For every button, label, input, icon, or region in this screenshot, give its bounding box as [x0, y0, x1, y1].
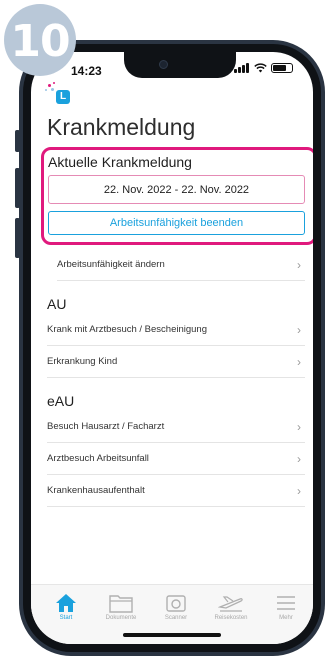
tab-scanner[interactable]: Scanner	[151, 593, 201, 621]
plane-icon	[218, 596, 243, 612]
logo-letter: L	[56, 90, 70, 104]
app-logo: L	[45, 82, 71, 108]
tab-more[interactable]: Mehr	[261, 593, 311, 621]
tab-bar: Start Dokumente Scanner Reisekosten Mehr	[31, 584, 313, 644]
chevron-right-icon: ›	[297, 483, 301, 498]
chevron-right-icon: ›	[297, 257, 301, 272]
front-camera	[159, 60, 168, 69]
step-number-badge: 10	[4, 4, 76, 76]
tab-label: Mehr	[279, 615, 293, 621]
list-item-hospital-stay[interactable]: Krankenhausaufenthalt ›	[47, 475, 305, 507]
row-label: Krank mit Arztbesuch / Bescheinigung	[47, 324, 208, 335]
row-label: Besuch Hausarzt / Facharzt	[47, 421, 165, 432]
status-time: 14:23	[71, 64, 102, 78]
list-item-work-accident[interactable]: Arztbesuch Arbeitsunfall ›	[47, 443, 305, 475]
home-icon	[56, 594, 76, 612]
row-label: Arbeitsunfähigkeit ändern	[57, 259, 165, 270]
current-sick-note-title: Aktuelle Krankmeldung	[48, 154, 192, 170]
chevron-right-icon: ›	[297, 354, 301, 369]
battery-icon	[271, 63, 293, 73]
tab-label: Dokumente	[105, 615, 137, 621]
tab-start[interactable]: Start	[41, 593, 91, 621]
tab-documents[interactable]: Dokumente	[96, 593, 146, 621]
tab-label: Scanner	[164, 615, 188, 621]
phone-screen: 14:23 L Krankmeldung Aktuelle Krankmeldu…	[31, 52, 313, 644]
end-incapacity-button[interactable]: Arbeitsunfähigkeit beenden	[48, 211, 305, 235]
page-title: Krankmeldung	[47, 114, 196, 140]
tab-travel-expenses[interactable]: Reisekosten	[206, 593, 256, 621]
folder-icon	[109, 595, 133, 613]
camera-icon	[166, 595, 186, 612]
signal-icon	[234, 63, 250, 73]
step-number: 10	[10, 15, 70, 67]
notch	[124, 52, 236, 78]
row-label: Arztbesuch Arbeitsunfall	[47, 453, 149, 464]
list-item-child-illness[interactable]: Erkrankung Kind ›	[47, 346, 305, 378]
section-title-au: AU	[47, 296, 67, 312]
tab-label: Reisekosten	[214, 615, 248, 621]
row-label: Krankenhausaufenthalt	[47, 485, 145, 496]
chevron-right-icon: ›	[297, 322, 301, 337]
wifi-icon	[254, 63, 267, 73]
chevron-right-icon: ›	[297, 419, 301, 434]
row-label: Erkrankung Kind	[47, 356, 118, 367]
status-icons	[234, 63, 293, 73]
home-indicator	[123, 633, 221, 637]
change-incapacity-row[interactable]: Arbeitsunfähigkeit ändern ›	[57, 249, 305, 281]
list-item-sick-with-doctor[interactable]: Krank mit Arztbesuch / Bescheinigung ›	[47, 314, 305, 346]
chevron-right-icon: ›	[297, 451, 301, 466]
date-range-field[interactable]: 22. Nov. 2022 - 22. Nov. 2022	[48, 175, 305, 204]
tab-label: Start	[59, 615, 73, 621]
list-item-gp-visit[interactable]: Besuch Hausarzt / Facharzt ›	[47, 411, 305, 443]
menu-icon	[277, 596, 295, 610]
section-title-eau: eAU	[47, 393, 75, 409]
